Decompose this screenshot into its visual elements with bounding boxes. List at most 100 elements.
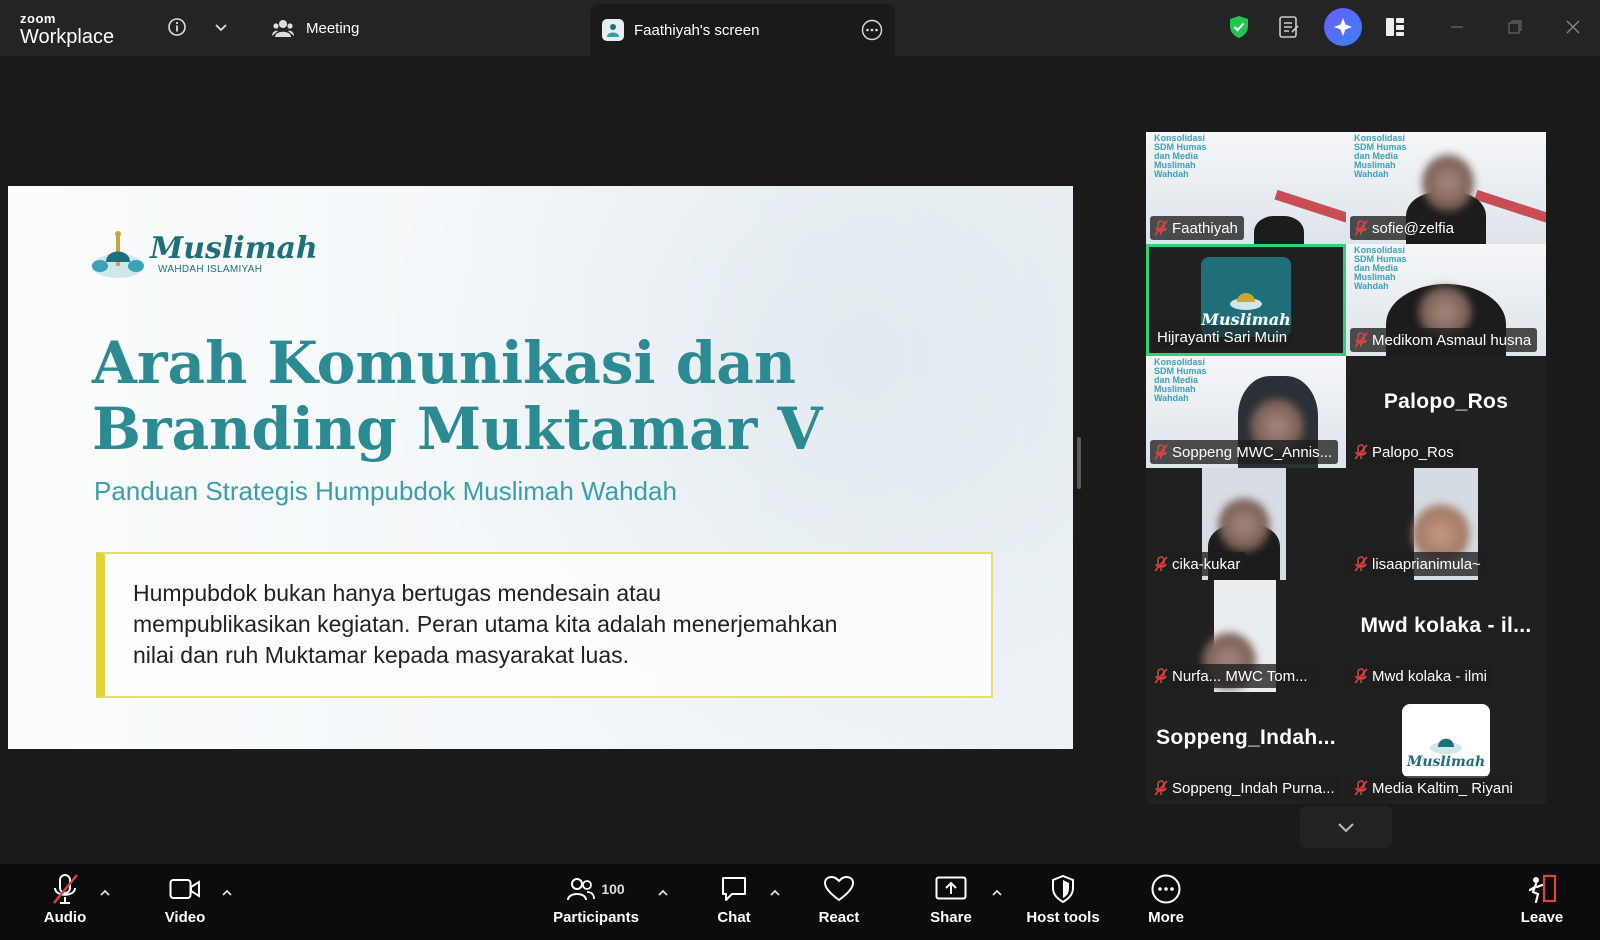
participants-options-caret-icon[interactable] (656, 886, 670, 900)
quote-line-3: nilai dan ruh Muktamar kepada masyarakat… (133, 642, 630, 668)
react-button[interactable]: React (816, 872, 862, 934)
slide-quote-box: Humpubdok bukan hanya bertugas mendesain… (96, 552, 993, 698)
video-button[interactable]: Video (160, 872, 210, 934)
more-icon (1151, 874, 1181, 904)
muted-mic-icon (53, 874, 78, 904)
sharer-avatar-icon (602, 19, 624, 41)
participants-label: Participants (553, 909, 639, 926)
audio-options-caret-icon[interactable] (98, 886, 112, 900)
muted-mic-icon (1154, 668, 1168, 684)
tab-meeting[interactable]: Meeting (272, 12, 359, 44)
participant-name: Soppeng MWC_Annis... (1172, 443, 1333, 461)
share-screen-icon (935, 876, 967, 900)
chevron-down-icon[interactable] (208, 14, 234, 40)
screen-tab-label: Faathiyah's screen (634, 21, 760, 39)
share-screen-button[interactable]: Share (928, 872, 974, 934)
participant-tile[interactable]: Konsolidasi SDM Humas dan Media Muslimah… (1146, 356, 1346, 468)
muted-mic-icon (1354, 332, 1368, 348)
notes-icon[interactable] (1276, 14, 1302, 40)
muted-mic-icon (1154, 556, 1168, 572)
video-camera-icon (169, 879, 200, 899)
audio-label: Audio (43, 909, 87, 926)
ai-companion-icon[interactable] (1324, 8, 1362, 46)
participant-tile-active-speaker[interactable]: Muslimah Hijrayanti Sari Muin (1146, 244, 1346, 356)
muslimah-logo-card: Muslimah (1402, 704, 1490, 778)
participant-name: sofie@zelfia (1372, 219, 1454, 237)
muted-mic-icon (1354, 556, 1368, 572)
slide-subtitle: Panduan Strategis Humpubdok Muslimah Wah… (94, 476, 677, 506)
participant-name: Mwd kolaka - ilmi (1372, 667, 1488, 685)
participant-name: lisaaprianimula~ (1372, 555, 1481, 573)
muted-mic-icon (1354, 668, 1368, 684)
muslimah-logo: Muslimah WAHDAH ISLAMIYAH (90, 226, 318, 282)
video-options-caret-icon[interactable] (220, 886, 234, 900)
blurred-face (1422, 154, 1474, 212)
more-options-icon[interactable] (861, 19, 883, 41)
zoom-meeting-window: zoom Workplace Meeting Faathiyah's scree… (0, 0, 1600, 940)
participant-tile[interactable]: Nurfa... MWC Tom... (1146, 580, 1346, 692)
participant-name: Nurfa... MWC Tom... (1172, 667, 1308, 685)
chevron-down-icon (1338, 823, 1354, 833)
participant-name: cika-kukar (1172, 555, 1241, 573)
muted-mic-icon (1154, 444, 1168, 460)
brand-bottom: Workplace (20, 26, 115, 48)
quote-line-2: mempublikasikan kegiatan. Peran utama ki… (133, 611, 838, 637)
shared-screen-content: Muslimah WAHDAH ISLAMIYAH Arah Komunikas… (8, 186, 1073, 749)
participant-tile[interactable]: cika-kukar (1146, 468, 1346, 580)
participant-name: Medikom Asmaul husna (1372, 331, 1532, 349)
banner-text: Konsolidasi SDM Humas dan Media Muslimah… (1354, 133, 1407, 179)
minimize-icon[interactable] (1444, 14, 1470, 40)
encryption-shield-icon[interactable] (1226, 14, 1252, 40)
tab-shared-screen[interactable]: Faathiyah's screen (590, 4, 895, 56)
participant-tile[interactable]: Muslimah Media Kaltim_ Riyani (1346, 692, 1546, 804)
muted-mic-icon (1354, 780, 1368, 796)
share-label: Share (930, 909, 972, 926)
slide-title-line-1: Arah Komunikasi dan (92, 329, 797, 397)
host-tools-button[interactable]: Host tools (1026, 872, 1100, 934)
participant-display-name: Palopo_Ros (1383, 390, 1509, 413)
panel-resize-handle[interactable] (1077, 437, 1081, 489)
participant-tile[interactable]: lisaaprianimula~ (1346, 468, 1546, 580)
participant-name: Media Kaltim_ Riyani (1372, 779, 1513, 797)
banner-text: Konsolidasi SDM Humas dan Media Muslimah… (1154, 357, 1207, 403)
zoom-workplace-logo: zoom Workplace (20, 12, 114, 47)
muted-mic-icon (1154, 220, 1168, 236)
participant-count: 100 (601, 881, 625, 897)
muted-mic-icon (1354, 220, 1368, 236)
participant-tile[interactable]: Konsolidasi SDM Humas dan Media Muslimah… (1346, 132, 1546, 244)
participant-name: Soppeng_Indah Purna... (1172, 779, 1335, 797)
slide-title: Arah Komunikasi dan Branding Muktamar V (92, 330, 822, 462)
mosque-logo-icon (92, 231, 144, 278)
gallery-scroll-down-button[interactable] (1300, 806, 1392, 848)
chat-options-caret-icon[interactable] (768, 886, 782, 900)
react-label: React (818, 909, 860, 926)
participant-tile[interactable]: Konsolidasi SDM Humas dan Media Muslimah… (1346, 244, 1546, 356)
restore-icon[interactable] (1502, 14, 1528, 40)
view-layout-icon[interactable] (1382, 14, 1408, 40)
info-icon[interactable] (164, 14, 190, 40)
leave-button[interactable]: Leave (1520, 872, 1564, 934)
participant-name: Palopo_Ros (1372, 443, 1454, 461)
participant-tile[interactable]: Mwd kolaka - il... Mwd kolaka - ilmi (1346, 580, 1546, 692)
quote-line-1: Humpubdok bukan hanya bertugas mendesain… (133, 580, 662, 606)
participants-button[interactable]: 100 Participants (553, 872, 639, 934)
close-icon[interactable] (1560, 14, 1586, 40)
participant-display-name: Mwd kolaka - il... (1360, 614, 1532, 637)
meeting-controls-toolbar: Audio Video 100 Participants Chat React (0, 864, 1600, 940)
participant-tile[interactable]: Soppeng_Indah... Soppeng_Indah Purna... (1146, 692, 1346, 804)
audio-button[interactable]: Audio (40, 872, 90, 934)
share-options-caret-icon[interactable] (990, 886, 1004, 900)
muted-mic-icon (1354, 444, 1368, 460)
host-tools-shield-icon (1052, 875, 1074, 903)
participants-group-icon (272, 20, 294, 37)
leave-door-icon (1528, 874, 1557, 904)
chat-label: Chat (717, 909, 751, 926)
participant-tile[interactable]: Konsolidasi SDM Humas dan Media Muslimah… (1146, 132, 1346, 244)
logo-main-text: Muslimah (150, 230, 318, 266)
chat-button[interactable]: Chat (714, 872, 754, 934)
participant-display-name: Soppeng_Indah... (1156, 726, 1336, 749)
more-button[interactable]: More (1146, 872, 1186, 934)
leave-label: Leave (1520, 909, 1564, 926)
participant-tile[interactable]: Palopo_Ros Palopo_Ros (1346, 356, 1546, 468)
participant-name: Faathiyah (1172, 219, 1238, 237)
